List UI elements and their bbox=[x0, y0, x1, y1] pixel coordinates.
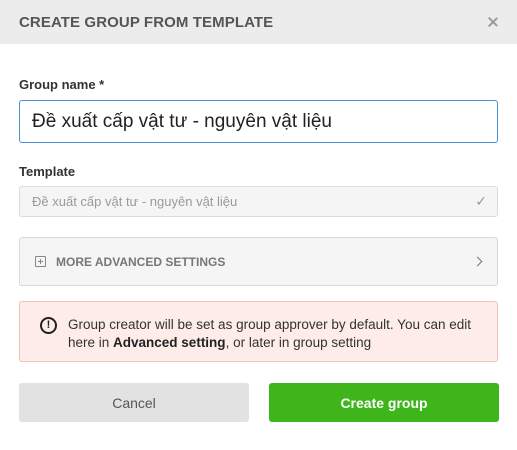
notice-text-after: , or later in group setting bbox=[225, 335, 372, 350]
info-icon: ! bbox=[40, 317, 57, 334]
approver-notice: ! Group creator will be set as group app… bbox=[19, 301, 498, 362]
group-name-input[interactable] bbox=[19, 100, 498, 143]
check-icon: ✓ bbox=[475, 193, 487, 209]
chevron-right-icon bbox=[472, 256, 483, 267]
close-icon[interactable] bbox=[485, 14, 501, 30]
template-label: Template bbox=[19, 164, 76, 179]
cancel-button[interactable]: Cancel bbox=[19, 383, 249, 422]
dialog-header: CREATE GROUP FROM TEMPLATE bbox=[0, 0, 517, 44]
advanced-settings-toggle[interactable]: MORE ADVANCED SETTINGS bbox=[19, 237, 498, 286]
group-name-label: Group name * bbox=[19, 77, 105, 92]
plus-box-icon bbox=[35, 256, 46, 267]
advanced-settings-label: MORE ADVANCED SETTINGS bbox=[56, 254, 226, 269]
template-field: Đề xuất cấp vật tư - nguyên vật liệu ✓ bbox=[19, 186, 498, 217]
notice-text: Group creator will be set as group appro… bbox=[68, 316, 485, 352]
template-value: Đề xuất cấp vật tư - nguyên vật liệu bbox=[32, 194, 238, 209]
advanced-setting-link[interactable]: Advanced setting bbox=[113, 335, 226, 350]
dialog-title: CREATE GROUP FROM TEMPLATE bbox=[19, 13, 274, 31]
create-group-button[interactable]: Create group bbox=[269, 383, 499, 422]
